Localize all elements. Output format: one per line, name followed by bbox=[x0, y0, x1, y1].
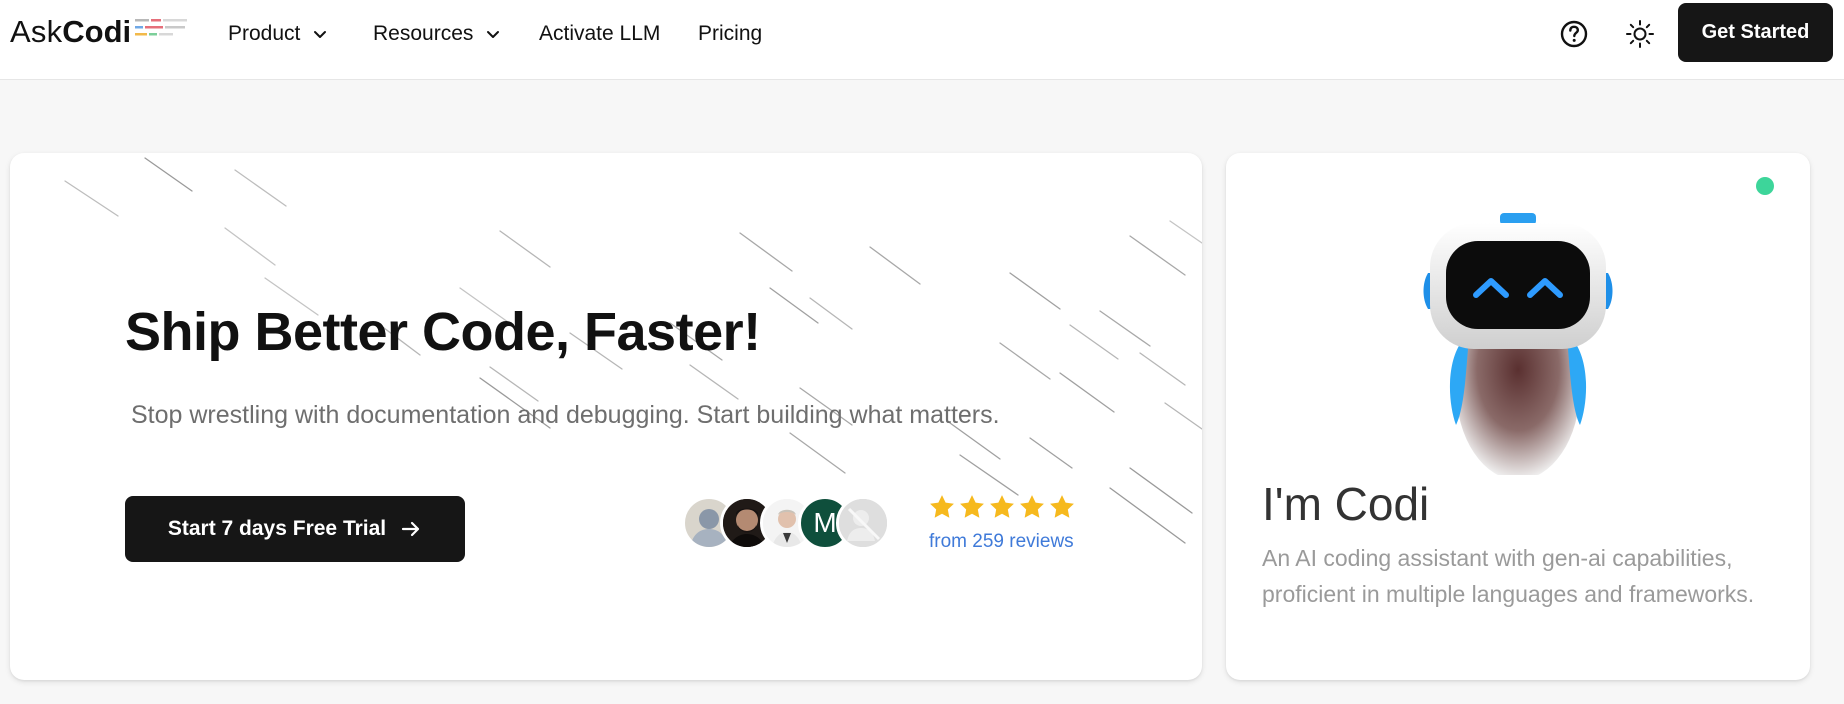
codi-card: I'm Codi An AI coding assistant with gen… bbox=[1226, 153, 1810, 680]
avatar bbox=[836, 496, 890, 550]
get-started-button[interactable]: Get Started bbox=[1678, 3, 1833, 62]
online-status-dot bbox=[1756, 177, 1774, 195]
logo-code-lines-icon bbox=[135, 19, 188, 36]
nav-resources[interactable]: Resources bbox=[373, 20, 501, 48]
question-circle-icon[interactable] bbox=[1558, 18, 1590, 50]
top-navbar: Ask Codi Product Resources Activate LLM P… bbox=[0, 0, 1844, 80]
nav-product-label: Product bbox=[228, 22, 301, 45]
chevron-down-icon bbox=[314, 31, 327, 38]
codi-description: An AI coding assistant with gen-ai capab… bbox=[1262, 545, 1755, 607]
hero-subtitle: Stop wrestling with documentation and de… bbox=[131, 401, 1000, 429]
codi-title: I'm Codi bbox=[1262, 478, 1430, 530]
sun-icon[interactable] bbox=[1624, 18, 1656, 50]
reviews-count-link[interactable]: from 259 reviews bbox=[929, 531, 1074, 553]
star-icon bbox=[990, 495, 1014, 518]
askcodi-logo[interactable]: Ask Codi bbox=[10, 10, 191, 54]
star-icon bbox=[1020, 495, 1044, 518]
codi-robot-mascot bbox=[1423, 213, 1613, 475]
nav-activate-llm[interactable]: Activate LLM bbox=[539, 20, 660, 48]
logo-text-codi: Codi bbox=[62, 14, 132, 49]
chevron-down-icon bbox=[487, 31, 500, 38]
arrow-right-icon bbox=[402, 521, 420, 537]
nav-activate-llm-label: Activate LLM bbox=[539, 22, 661, 45]
star-icon bbox=[930, 495, 954, 518]
nav-product[interactable]: Product bbox=[228, 20, 328, 48]
star-icon bbox=[1050, 495, 1074, 518]
hidden-user-icon bbox=[839, 499, 887, 547]
nav-pricing-label: Pricing bbox=[698, 22, 763, 45]
nav-resources-label: Resources bbox=[373, 22, 474, 45]
hero-title: Ship Better Code, Faster! bbox=[125, 302, 761, 362]
hero-card: Ship Better Code, Faster! Stop wrestling… bbox=[10, 153, 1202, 680]
start-free-trial-button[interactable]: Start 7 days Free Trial bbox=[125, 496, 465, 562]
star-icon bbox=[960, 495, 984, 518]
start-free-trial-label: Start 7 days Free Trial bbox=[167, 517, 387, 540]
logo-text-ask: Ask bbox=[10, 14, 63, 49]
nav-pricing[interactable]: Pricing bbox=[698, 20, 762, 48]
rating-stars bbox=[928, 493, 1076, 521]
